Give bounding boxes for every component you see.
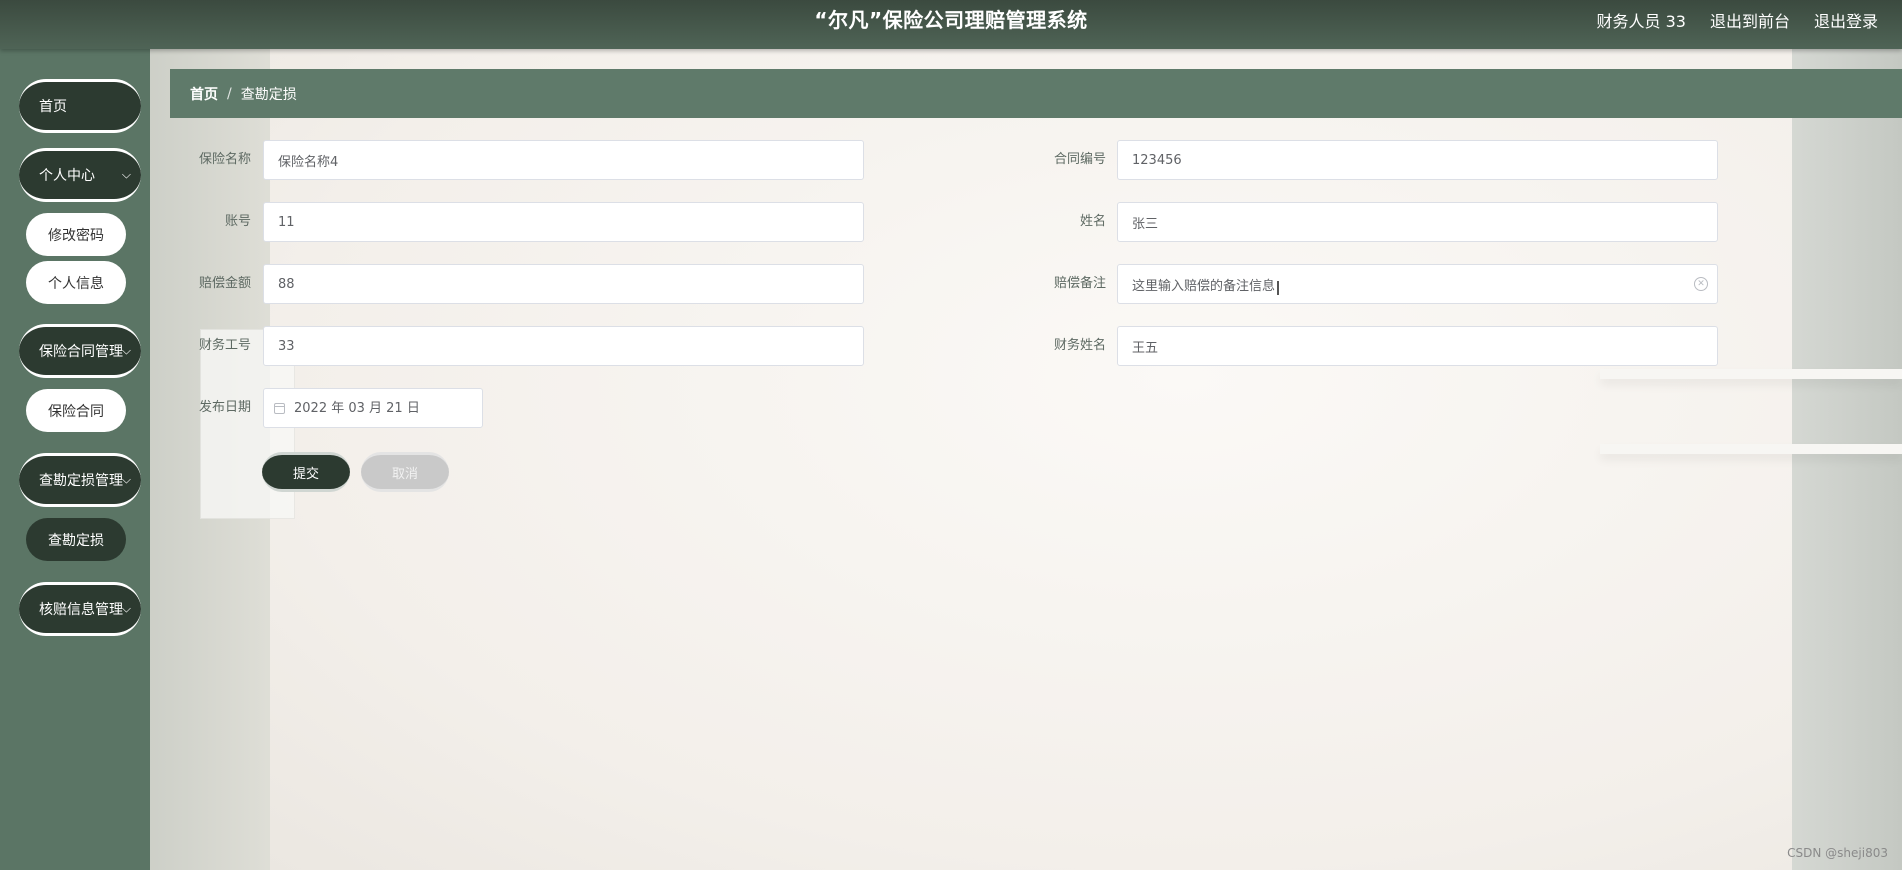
claim-remark-label: 赔偿备注 — [1053, 276, 1106, 291]
cancel-button[interactable]: 取消 — [361, 452, 449, 492]
watermark: CSDN @sheji803 — [1787, 846, 1888, 860]
claim-amount-input[interactable] — [263, 264, 864, 304]
sidebar-item-survey-mgmt[interactable]: 查勘定损管理 ⌵ — [19, 453, 141, 507]
contract-no-input[interactable] — [1117, 140, 1718, 180]
submit-button[interactable]: 提交 — [262, 452, 350, 492]
text-cursor-icon — [1277, 281, 1279, 295]
logout-link[interactable]: 退出登录 — [1814, 8, 1878, 32]
name-label: 姓名 — [1079, 214, 1106, 229]
sidebar-item-label: 个人中心 — [39, 168, 95, 184]
breadcrumb-home[interactable]: 首页 — [190, 84, 218, 104]
sidebar-item-label: 保险合同管理 — [39, 344, 123, 360]
background-wall-right — [1792, 49, 1902, 870]
contract-no-label: 合同编号 — [1053, 152, 1106, 167]
sidebar: 首页 个人中心 ⌵ 修改密码 个人信息 保险合同管理 ⌵ 保险合同 查勘定损管理… — [0, 49, 150, 870]
sidebar-item-label: 个人信息 — [48, 275, 104, 292]
account-label: 账号 — [224, 214, 251, 229]
breadcrumb-separator: / — [227, 85, 232, 102]
top-header: “尔凡”保险公司理赔管理系统 财务人员 33 退出到前台 退出登录 — [0, 0, 1902, 49]
sidebar-item-home[interactable]: 首页 — [19, 79, 141, 133]
clear-circle-icon[interactable]: ✕ — [1694, 277, 1708, 291]
exit-to-front-link[interactable]: 退出到前台 — [1710, 8, 1790, 32]
current-user: 财务人员 33 — [1596, 12, 1686, 31]
background-shelf — [1600, 444, 1902, 454]
breadcrumb-current: 查勘定损 — [240, 86, 297, 103]
sidebar-item-label: 查勘定损 — [48, 532, 104, 549]
finance-name-input[interactable] — [1117, 326, 1718, 366]
sidebar-item-label: 保险合同 — [48, 403, 104, 420]
insurance-name-input[interactable] — [263, 140, 864, 180]
finance-id-label: 财务工号 — [198, 338, 251, 353]
main-content: 首页 / 查勘定损 保险名称 合同编号 账号 姓名 赔偿金额 赔偿备注 ✕ 财务… — [150, 49, 1902, 870]
chevron-down-icon: ⌵ — [121, 167, 131, 182]
background-shelf — [1600, 369, 1902, 379]
finance-name-label: 财务姓名 — [1053, 338, 1106, 353]
breadcrumb: 首页 / 查勘定损 — [170, 69, 1902, 118]
chevron-down-icon: ⌵ — [121, 601, 131, 616]
insurance-name-label: 保险名称 — [198, 152, 251, 167]
sidebar-item-survey[interactable]: 查勘定损 — [26, 518, 126, 561]
header-actions: 财务人员 33 退出到前台 退出登录 — [1597, 0, 1878, 40]
sidebar-item-label: 查勘定损管理 — [39, 473, 123, 489]
publish-date-picker[interactable]: 2022 年 03 月 21 日 — [263, 388, 483, 428]
publish-date-label: 发布日期 — [198, 400, 251, 415]
sidebar-item-contract-mgmt[interactable]: 保险合同管理 ⌵ — [19, 324, 141, 378]
name-input[interactable] — [1117, 202, 1718, 242]
chevron-down-icon: ⌵ — [121, 472, 131, 487]
sidebar-item-label: 首页 — [39, 99, 67, 115]
account-input[interactable] — [263, 202, 864, 242]
sidebar-item-personal-info[interactable]: 个人信息 — [26, 261, 126, 304]
sidebar-item-personal-center[interactable]: 个人中心 ⌵ — [19, 148, 141, 202]
sidebar-item-label: 修改密码 — [48, 227, 104, 244]
sidebar-item-claim-review-mgmt[interactable]: 核赔信息管理 ⌵ — [19, 582, 141, 636]
sidebar-item-contract[interactable]: 保险合同 — [26, 389, 126, 432]
calendar-icon — [274, 403, 285, 414]
chevron-down-icon: ⌵ — [121, 343, 131, 358]
sidebar-item-change-password[interactable]: 修改密码 — [26, 213, 126, 256]
finance-id-input[interactable] — [263, 326, 864, 366]
claim-amount-label: 赔偿金额 — [198, 276, 251, 291]
publish-date-value: 2022 年 03 月 21 日 — [294, 401, 420, 416]
sidebar-item-label: 核赔信息管理 — [39, 602, 123, 618]
claim-remark-input[interactable] — [1117, 264, 1718, 304]
